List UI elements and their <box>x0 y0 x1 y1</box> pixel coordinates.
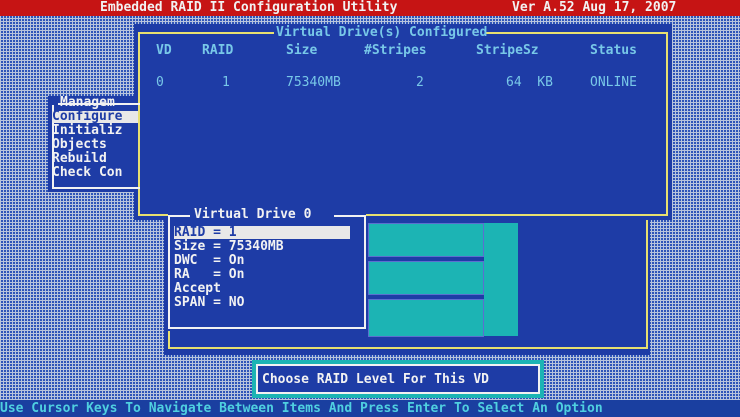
vd-configured-panel: Virtual Drive(s) Configured VD RAID Size… <box>134 24 672 220</box>
menu-item-configure[interactable]: Configure <box>52 110 138 123</box>
array-block <box>368 261 484 295</box>
column-header-size: Size <box>286 43 318 58</box>
menu-item-initialize[interactable]: Initializ <box>52 124 122 137</box>
array-block-edge <box>484 223 518 336</box>
hint-box: Choose RAID Level For This VD <box>252 360 544 398</box>
management-menu: Managem Configure Initializ Objects Rebu… <box>48 95 140 192</box>
vd-panel-title: Virtual Drive(s) Configured <box>276 25 488 40</box>
version-label: Ver A.52 Aug 17, 2007 <box>512 0 677 15</box>
column-header-stripes: #Stripes <box>364 43 427 58</box>
cell-size: 75340MB <box>286 75 341 90</box>
vd-option-size[interactable]: Size = 75340MB <box>174 240 284 253</box>
vd-option-ra[interactable]: RA = On <box>174 268 244 281</box>
status-bar: Use Cursor Keys To Navigate Between Item… <box>0 400 740 417</box>
column-header-raid: RAID <box>202 43 234 58</box>
cell-stripe-size: 64 KB <box>506 75 553 90</box>
cell-vd: 0 <box>156 75 164 90</box>
menu-item-objects[interactable]: Objects <box>52 138 107 151</box>
management-menu-title: Managem <box>60 95 115 110</box>
app-title: Embedded RAID II Configuration Utility <box>100 0 398 15</box>
vd-option-span[interactable]: SPAN = NO <box>174 296 244 309</box>
vd-panel-frame <box>138 32 668 216</box>
column-header-status: Status <box>590 43 637 58</box>
array-blocks <box>368 223 518 337</box>
vd-detail-panel: Virtual Drive 0 RAID = 1 Size = 75340MB … <box>168 205 366 331</box>
vd-detail-title: Virtual Drive 0 <box>194 207 312 222</box>
cell-stripes: 2 <box>416 75 424 90</box>
vd-option-dwc[interactable]: DWC = On <box>174 254 244 267</box>
array-block <box>368 223 484 257</box>
menu-item-check-consistency[interactable]: Check Con <box>52 166 122 179</box>
column-header-vd: VD <box>156 43 172 58</box>
cell-status: ONLINE <box>590 75 637 90</box>
column-header-stripesz: StripeSz <box>476 43 539 58</box>
menu-item-rebuild[interactable]: Rebuild <box>52 152 107 165</box>
vd-option-accept[interactable]: Accept <box>174 282 221 295</box>
hint-text: Choose RAID Level For This VD <box>262 372 489 387</box>
title-bar: Embedded RAID II Configuration Utility V… <box>0 0 740 16</box>
cell-raid: 1 <box>222 75 230 90</box>
array-block <box>368 299 484 337</box>
vd-option-raid[interactable]: RAID = 1 <box>174 226 350 239</box>
